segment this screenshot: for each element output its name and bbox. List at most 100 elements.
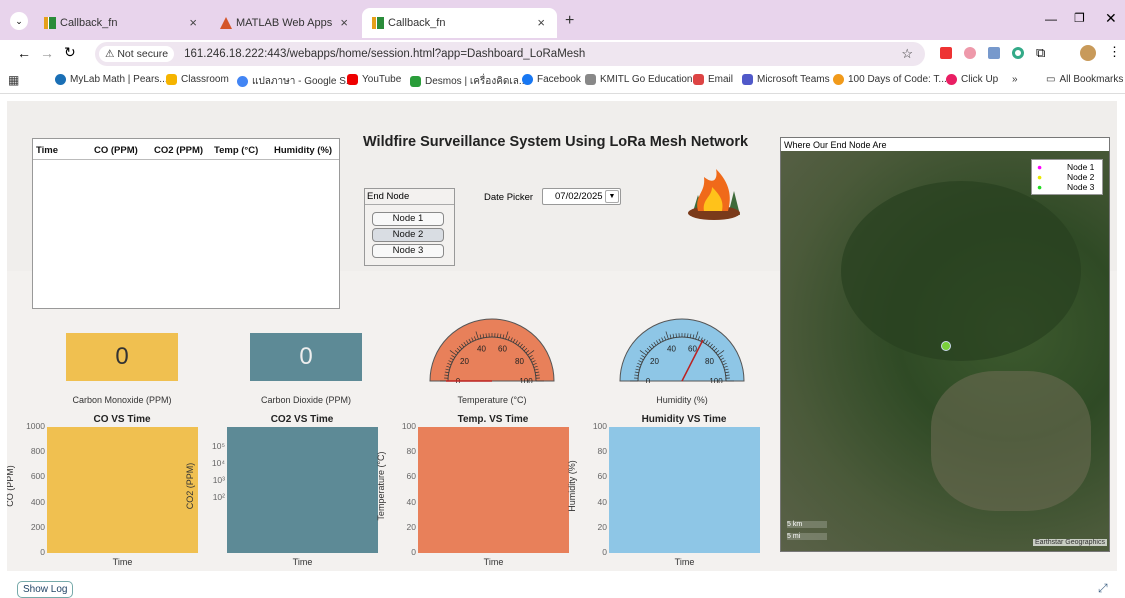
- end-node-option-3[interactable]: Node 3: [372, 244, 444, 258]
- avatar[interactable]: [1080, 45, 1096, 61]
- pearson-icon: [55, 74, 66, 85]
- bookmark-all[interactable]: ▭All Bookmarks: [1046, 74, 1123, 85]
- extension-icon[interactable]: [988, 47, 1000, 59]
- forward-icon[interactable]: →: [40, 45, 54, 61]
- bookmark-teams[interactable]: Microsoft Teams: [742, 74, 830, 85]
- end-node-option-1[interactable]: Node 1: [372, 212, 444, 226]
- chart-y-tick: 0: [390, 547, 416, 557]
- gauge-tick-label: 60: [498, 345, 507, 354]
- minimize-icon[interactable]: —: [1045, 12, 1057, 26]
- reload-icon[interactable]: ↻: [64, 44, 76, 61]
- tab-callback-2[interactable]: Callback_fn×: [362, 8, 557, 38]
- chart-plot-area: [609, 427, 760, 553]
- folder-icon: ▭: [1046, 74, 1055, 85]
- table-header-temp: Temp (°C): [214, 145, 258, 156]
- date-picker-field[interactable]: 07/02/2025 ▼: [542, 188, 621, 205]
- chart-plot-area: [47, 427, 198, 553]
- bookmark-email[interactable]: Email: [693, 74, 733, 85]
- teams-icon: [742, 74, 753, 85]
- date-picker-value: 07/02/2025: [555, 191, 603, 202]
- gauge-tick-label: 0: [646, 377, 651, 383]
- back-icon[interactable]: ←: [17, 45, 31, 61]
- navigation-bar: ← → ↻ ⚠ Not secure 161.246.18.222:443/we…: [0, 40, 1125, 68]
- node-marker[interactable]: [941, 341, 951, 351]
- end-node-divider: [365, 204, 454, 205]
- security-chip[interactable]: ⚠ Not secure: [99, 46, 174, 62]
- tab-matlab-web-apps[interactable]: MATLAB Web Apps×: [210, 8, 360, 38]
- desmos-icon: [410, 76, 421, 87]
- legend-marker: ●: [1037, 182, 1042, 192]
- bookmark-facebook[interactable]: Facebook: [522, 74, 581, 85]
- chart-title: Temp. VS Time: [418, 414, 568, 425]
- temperature-caption: Temperature (°C): [422, 395, 562, 405]
- map-panel[interactable]: Where Our End Node Are ●Node 1 ●Node 2 ●…: [780, 137, 1110, 552]
- matlab-logo-icon: [220, 17, 232, 29]
- map-scale-mi: 5 mi: [787, 533, 827, 540]
- show-log-button[interactable]: Show Log: [17, 581, 73, 598]
- extension-icon[interactable]: [1012, 47, 1024, 59]
- expand-icon[interactable]: ⤢: [1098, 581, 1108, 596]
- 100-days-icon: [833, 74, 844, 85]
- gauge-tick: [498, 333, 499, 337]
- temperature-gauge: 020406080100: [428, 317, 556, 383]
- address-bar[interactable]: ⚠ Not secure 161.246.18.222:443/webapps/…: [95, 42, 925, 66]
- bookmark-classroom[interactable]: Classroom: [166, 74, 229, 85]
- close-icon[interactable]: ×: [340, 15, 348, 30]
- bookmarks-bar: ▦ MyLab Math | Pears... Classroom แปลภาษ…: [0, 68, 1125, 94]
- matlab-chart-icon: [372, 17, 384, 29]
- tab-search-button[interactable]: ⌄: [10, 12, 28, 30]
- end-node-option-2[interactable]: Node 2: [372, 228, 444, 242]
- legend-label: Node 1: [1067, 162, 1094, 172]
- bookmark-google-translate[interactable]: แปลภาษา - Google S...: [237, 74, 354, 89]
- chart-y-tick: 0: [19, 547, 45, 557]
- clickup-icon: [946, 74, 957, 85]
- chart-x-label: Time: [418, 557, 569, 567]
- co2-caption: Carbon Dioxide (PPM): [236, 395, 376, 405]
- extension-icon[interactable]: [940, 47, 952, 59]
- satellite-map[interactable]: ●Node 1 ●Node 2 ●Node 3 5 km 5 mi Earths…: [781, 151, 1109, 551]
- legend-label: Node 2: [1067, 172, 1094, 182]
- date-picker-label: Date Picker: [484, 192, 533, 203]
- bookmark-kmitl[interactable]: KMITL Go Education: [585, 74, 692, 85]
- close-icon[interactable]: ×: [537, 15, 545, 30]
- co-readout: 0: [66, 333, 178, 381]
- classroom-icon: [166, 74, 177, 85]
- chart-y-tick: 10³: [199, 475, 225, 485]
- bookmark-star-icon[interactable]: ☆: [901, 46, 913, 62]
- extensions-puzzle-icon[interactable]: ⧉: [1036, 45, 1045, 61]
- tab-callback-1[interactable]: Callback_fn×: [34, 8, 209, 38]
- gauge-tick: [444, 375, 448, 376]
- restore-icon[interactable]: ❐: [1074, 11, 1085, 25]
- bookmark-mylab[interactable]: MyLab Math | Pears...: [55, 74, 168, 85]
- extension-icon[interactable]: [964, 47, 976, 59]
- terrain-ridge: [841, 181, 1081, 361]
- data-table[interactable]: Time CO (PPM) CO2 (PPM) Temp (°C) Humidi…: [32, 138, 340, 309]
- map-title: Where Our End Node Are: [784, 140, 887, 150]
- chart-y-tick: 400: [19, 497, 45, 507]
- gauge-tick-label: 20: [650, 357, 659, 366]
- chart-plot-area: [418, 427, 569, 553]
- url-text: 161.246.18.222:443/webapps/home/session.…: [184, 48, 585, 60]
- table-header-co2: CO2 (PPM): [154, 145, 203, 156]
- gauge-tick-label: 20: [460, 357, 469, 366]
- youtube-icon: [347, 74, 358, 85]
- chart-y-tick: 40: [581, 497, 607, 507]
- gauge-tick: [634, 375, 638, 376]
- chart-y-tick: 80: [390, 446, 416, 456]
- bookmark-youtube[interactable]: YouTube: [347, 74, 401, 85]
- chart-y-tick: 40: [390, 497, 416, 507]
- close-icon[interactable]: ×: [189, 15, 197, 30]
- bookmark-clickup[interactable]: Click Up: [946, 74, 998, 85]
- bookmark-desmos[interactable]: Desmos | เครื่องคิดเล...: [410, 74, 527, 89]
- map-attribution: Earthstar Geographics: [1033, 539, 1107, 546]
- map-scale-km: 5 km: [787, 521, 827, 528]
- window-close-icon[interactable]: ✕: [1105, 10, 1117, 27]
- footer-bar: Show Log ⤢: [0, 571, 1125, 597]
- apps-grid-icon[interactable]: ▦: [8, 73, 19, 87]
- menu-icon[interactable]: ⋮: [1108, 44, 1121, 60]
- more-bookmarks-button[interactable]: »: [1012, 74, 1018, 85]
- gauge-tick-label: 100: [709, 377, 723, 383]
- bookmark-100-days[interactable]: 100 Days of Code: T...: [833, 74, 947, 85]
- chevron-down-icon[interactable]: ▼: [605, 190, 619, 203]
- new-tab-button[interactable]: +: [565, 12, 574, 30]
